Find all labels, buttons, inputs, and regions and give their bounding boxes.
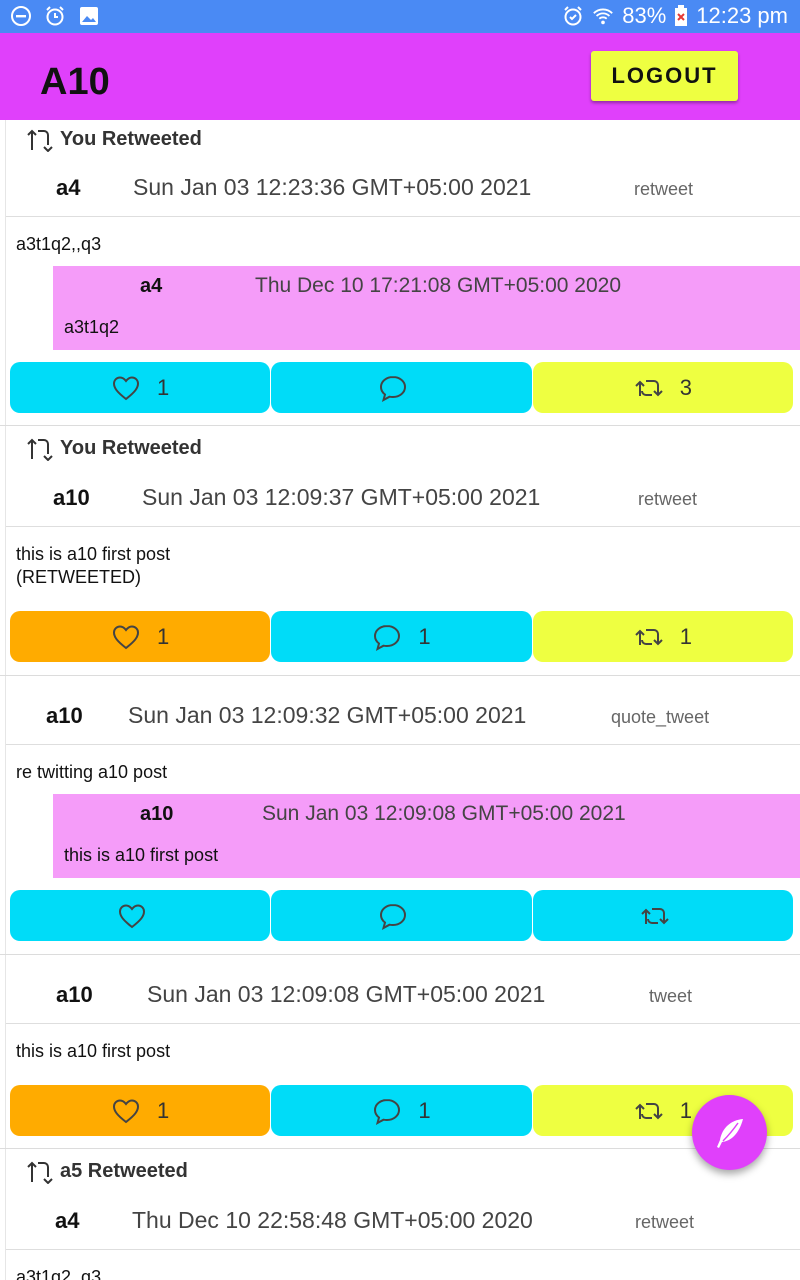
tweet-text: re twitting a10 post [16,762,168,782]
tweet-card: You Retweeted a10 Sun Jan 03 12:09:37 GM… [5,426,800,675]
heart-icon [113,375,140,400]
retweet-button[interactable] [532,890,793,941]
tweet-author[interactable]: a10 [46,703,83,729]
like-button[interactable]: 1 [10,611,271,662]
tweet-text: this is a10 first post (RETWEETED) [16,544,171,587]
app-title: A10 [40,61,110,103]
quoted-author: a4 [140,275,163,297]
battery-icon [675,5,688,26]
status-bar: 83% 12:23 pm [0,0,800,33]
tweet-card: a5 Retweeted a4 Thu Dec 10 22:58:48 GMT+… [5,1149,800,1280]
quoted-text: a3t1q2 [64,317,120,337]
tweet-author[interactable]: a4 [55,1208,79,1234]
comment-count: 1 [418,1097,431,1123]
retweet-icon [27,129,53,152]
retweet-count: 1 [679,623,692,649]
like-button[interactable]: 1 [10,362,271,413]
tweet-text: a3t1q2,,q3 [16,1267,102,1280]
action-bar [10,890,793,941]
alarm-icon [46,6,64,26]
tweet-author[interactable]: a10 [56,982,93,1008]
heart-icon [113,1098,140,1123]
tweet-kind: tweet [649,986,693,1006]
action-bar: 1 1 1 [10,611,793,662]
tweet-kind: retweet [635,1212,695,1232]
comment-button[interactable]: 1 [271,1085,532,1136]
divider [6,744,800,745]
like-button[interactable]: 1 [10,1085,271,1136]
retweet-icon [641,907,669,924]
comment-button[interactable]: 1 [271,611,532,662]
divider [6,526,800,527]
tweet-kind: retweet [634,179,694,199]
divider [6,1249,800,1250]
speech-bubble-icon [380,375,407,402]
retweet-count: 3 [679,374,692,400]
retweet-icon [634,379,663,396]
speech-bubble-icon [374,1098,401,1125]
action-bar: 1 1 1 [10,1085,793,1136]
speech-bubble-icon [374,624,401,651]
like-count: 1 [157,623,170,649]
quoted-tweet[interactable]: a4 Thu Dec 10 17:21:08 GMT+05:00 2020 a3… [53,266,800,350]
comment-button[interactable] [271,362,532,413]
battery-percent: 83% [622,3,667,28]
retweet-icon [634,1102,663,1119]
speech-bubble-icon [380,903,407,930]
tweet-date: Sun Jan 03 12:23:36 GMT+05:00 2021 [133,174,532,200]
tweet-author[interactable]: a4 [56,175,80,201]
quoted-text: this is a10 first post [64,845,219,865]
like-button[interactable] [10,890,271,941]
tweet-text: this is a10 first post [16,1041,171,1061]
tweet-date: Sun Jan 03 12:09:37 GMT+05:00 2021 [142,484,541,510]
tweet-kind: quote_tweet [611,707,710,727]
image-icon [80,7,98,25]
tweet-date: Sun Jan 03 12:09:32 GMT+05:00 2021 [128,702,527,728]
logout-button[interactable]: LOGOUT [591,51,738,101]
retweet-header: You Retweeted [26,126,202,152]
quoted-date: Sun Jan 03 12:09:08 GMT+05:00 2021 [262,802,626,825]
comment-button[interactable] [271,890,532,941]
tweet-card: You Retweeted a4 Sun Jan 03 12:23:36 GMT… [5,120,800,425]
tweet-card: a10 Sun Jan 03 12:09:32 GMT+05:00 2021 q… [5,676,800,954]
retweet-icon [27,438,53,461]
wifi-icon [593,8,614,25]
retweet-header: You Retweeted [26,435,202,461]
alarm-icon [564,6,582,26]
action-bar: 1 3 [10,362,793,413]
tweet-kind: retweet [638,489,698,509]
divider [6,1023,800,1024]
feather-icon [716,1118,743,1148]
comment-count: 1 [418,623,431,649]
tweet-card: a10 Sun Jan 03 12:09:08 GMT+05:00 2021 t… [5,955,800,1148]
heart-icon [119,903,146,928]
quoted-tweet[interactable]: a10 Sun Jan 03 12:09:08 GMT+05:00 2021 t… [53,794,800,878]
divider [6,216,800,217]
retweet-button[interactable]: 1 [532,611,793,662]
clock: 12:23 pm [696,3,788,28]
compose-tweet-button[interactable] [692,1095,767,1170]
retweet-icon [634,628,663,645]
tweet-date: Thu Dec 10 22:58:48 GMT+05:00 2020 [132,1207,533,1233]
like-count: 1 [157,374,170,400]
retweet-button[interactable]: 3 [532,362,793,413]
quoted-date: Thu Dec 10 17:21:08 GMT+05:00 2020 [255,274,621,297]
heart-icon [113,624,140,649]
retweet-header: a5 Retweeted [26,1158,188,1184]
tweet-feed[interactable]: You Retweeted a4 Sun Jan 03 12:23:36 GMT… [0,120,800,1280]
tweet-author[interactable]: a10 [53,485,90,511]
quoted-author: a10 [140,803,174,825]
tweet-text: a3t1q2,,q3 [16,234,102,254]
do-not-disturb-icon [11,6,31,26]
like-count: 1 [157,1097,170,1123]
retweet-count: 1 [679,1097,692,1123]
retweet-icon [27,1161,53,1184]
tweet-date: Sun Jan 03 12:09:08 GMT+05:00 2021 [147,981,546,1007]
